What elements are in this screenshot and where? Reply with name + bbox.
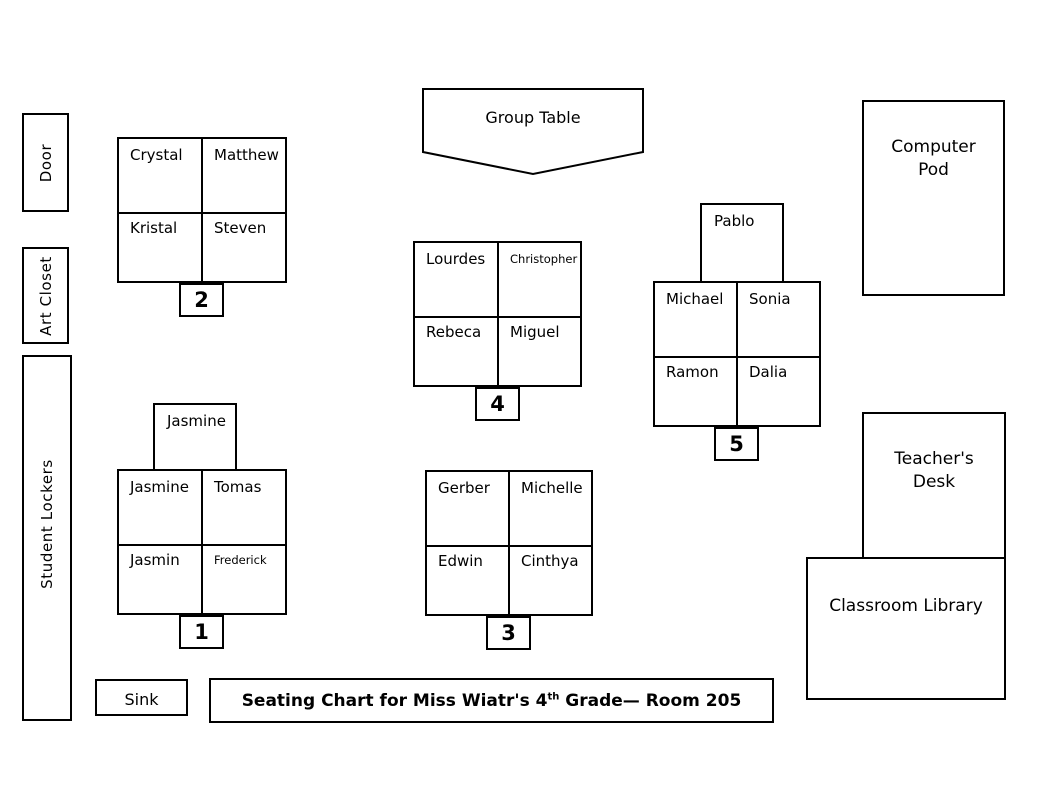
student-lockers-label: Student Lockers <box>38 458 56 589</box>
group-table-shape <box>422 88 644 176</box>
chart-title-ordinal: th <box>547 691 560 703</box>
seat-3-1-1: Cinthya <box>521 552 579 570</box>
seat-1-1-0: Jasmin <box>119 544 203 613</box>
seating-chart-canvas: Door Art Closet Student Lockers Computer… <box>0 0 1050 807</box>
seat-4-1-0: Rebeca <box>415 316 499 385</box>
seat-4-0-0: Lourdes <box>415 243 499 316</box>
seat-2-1-1: Steven <box>214 219 267 237</box>
chart-title-suffix: Grade— Room 205 <box>559 691 742 711</box>
group-number-3: 3 <box>486 616 531 650</box>
seat-2-0-1: Matthew <box>214 146 279 164</box>
group-number-2: 2 <box>179 283 224 317</box>
facility-art-closet: Art Closet <box>22 247 69 344</box>
seat-5-0-0: Michael <box>655 283 738 356</box>
front-desk-1: Jasmine <box>153 403 237 471</box>
group-table-label: Group Table <box>485 108 581 127</box>
seat-3-0-1: Michelle <box>521 479 583 497</box>
facility-classroom-library: Classroom Library <box>806 557 1006 700</box>
seat-1-0-1: Tomas <box>214 478 262 496</box>
seat-1-0-0: Jasmine <box>119 471 203 544</box>
seat-3-0-0: Gerber <box>427 472 510 545</box>
desk-grid-3: Gerber Michelle Edwin Cinthya <box>425 470 593 616</box>
seat-1-1-1: Frederick <box>214 553 267 567</box>
computer-pod-label-line2: Pod <box>918 160 949 180</box>
door-label: Door <box>36 143 55 182</box>
seat-2-1-0: Kristal <box>119 212 203 281</box>
art-closet-label: Art Closet <box>36 255 55 336</box>
seat-5-1-0: Ramon <box>655 356 738 425</box>
chart-title-prefix: Seating Chart for Miss Wiatr's 4 <box>241 691 548 711</box>
teachers-desk-label-line1: Teacher's <box>894 449 974 469</box>
group-number-1: 1 <box>179 615 224 649</box>
seat-5-0-1: Sonia <box>749 290 791 308</box>
seat-5-1-1: Dalia <box>749 363 788 381</box>
desk-grid-4: Lourdes Christopher Rebeca Miguel <box>413 241 582 387</box>
desk-grid-1: Jasmine Tomas Jasmin Frederick <box>117 469 287 615</box>
chart-title: Seating Chart for Miss Wiatr's 4th Grade… <box>211 691 772 711</box>
computer-pod-label-line1: Computer <box>891 137 976 157</box>
seat-4-0-1: Christopher <box>510 252 578 266</box>
facility-sink: Sink <box>95 679 188 716</box>
group-number-5: 5 <box>714 427 759 461</box>
facility-student-lockers: Student Lockers <box>22 355 72 721</box>
group-number-4: 4 <box>475 387 520 421</box>
facility-computer-pod: Computer Pod <box>862 100 1005 296</box>
classroom-library-label: Classroom Library <box>829 596 983 616</box>
facility-door: Door <box>22 113 69 212</box>
facility-teachers-desk: Teacher's Desk <box>862 412 1006 559</box>
chart-title-bar: Seating Chart for Miss Wiatr's 4th Grade… <box>209 678 774 723</box>
seat-4-1-1: Miguel <box>510 323 560 341</box>
desk-grid-2: Crystal Matthew Kristal Steven <box>117 137 287 283</box>
teachers-desk-label-line2: Desk <box>912 472 956 492</box>
seat-2-0-0: Crystal <box>119 139 203 212</box>
desk-grid-5: Michael Sonia Ramon Dalia <box>653 281 821 427</box>
seat-3-1-0: Edwin <box>427 545 510 614</box>
sink-label: Sink <box>124 690 159 709</box>
front-desk-5: Pablo <box>700 203 784 283</box>
